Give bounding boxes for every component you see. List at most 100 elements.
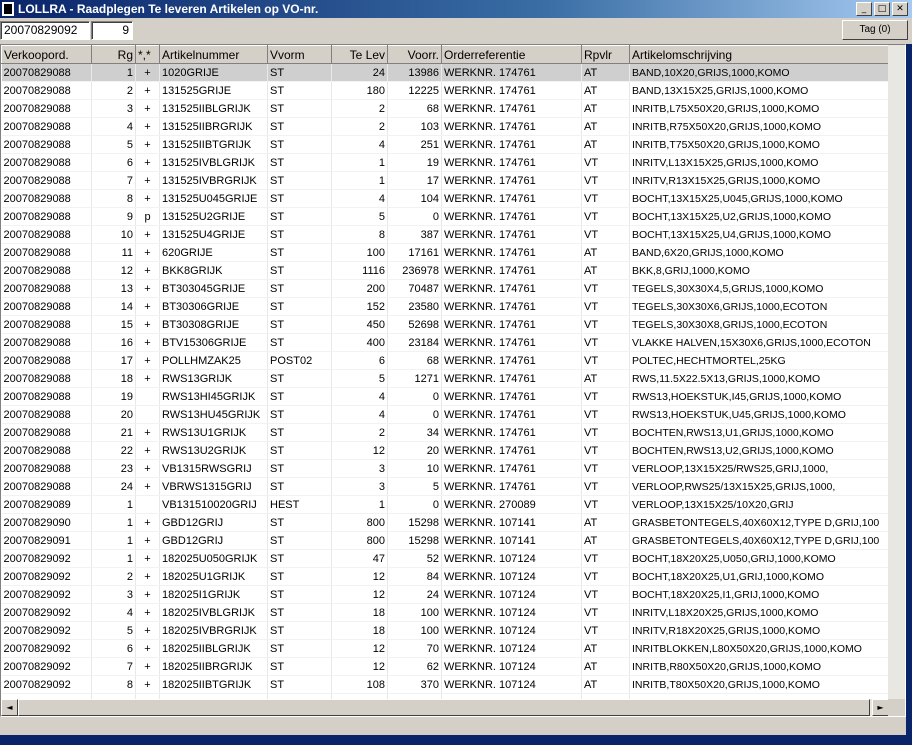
- cell-artikelomschrijving: RWS13,HOEKSTUK,I45,GRIJS,1000,KOMO: [629, 387, 889, 406]
- close-button[interactable]: ✕: [892, 2, 908, 16]
- column-header-voorr[interactable]: Voorr.: [387, 45, 442, 64]
- cell-te-lev: 400: [331, 333, 388, 352]
- cell-vvorm: ST: [267, 423, 332, 442]
- table-row[interactable]: 20070829088 4 +131525IIBRGRIJK ST 2 103 WERKNR…: [1, 117, 889, 136]
- scroll-right-button[interactable]: ►: [872, 699, 889, 716]
- cell-rg: 5: [91, 621, 136, 640]
- cell-voorr: 0: [387, 387, 442, 406]
- cell-rpvlr: VT: [581, 441, 630, 460]
- cell-vvorm: ST: [267, 513, 332, 532]
- table-row[interactable]: 20070829092 1 +182025U050GRIJK ST 47 52 WERKNR…: [1, 549, 889, 568]
- table-row[interactable]: 20070829088 21 + RWS13U1GRIJK ST 2 34 WERKNR. 1…: [1, 423, 889, 442]
- table-row[interactable]: 20070829088 14 + BT30306GRIJE ST 152 23580 WERK…: [1, 297, 889, 316]
- cell-vvorm: ST: [267, 459, 332, 478]
- cell-te-lev: 4: [331, 189, 388, 208]
- cell-verkoopord: 20070829089: [1, 495, 92, 514]
- horizontal-scroll-thumb[interactable]: [18, 699, 870, 716]
- cell-te-lev: 18: [331, 603, 388, 622]
- cell-rpvlr: AT: [581, 369, 630, 388]
- column-header-orderreferentie[interactable]: Orderreferentie: [441, 45, 582, 64]
- table-row[interactable]: 20070829091 1 + GBD12GRIJ ST 800 15298 WERKNR. …: [1, 531, 889, 550]
- cell-artikelnummer: GBD12GRIJ: [159, 513, 268, 532]
- table-row[interactable]: 20070829089 1 VB131510020GRIJ HEST 1 0 WERKNR.…: [1, 495, 889, 514]
- table-row[interactable]: 20070829088 17 + POLLHMZAK25 POST02 6 68 WERKNR…: [1, 351, 889, 370]
- table-row[interactable]: 20070829088 3 +131525IIBLGRIJK ST 2 68 WERKNR.…: [1, 99, 889, 118]
- table-row[interactable]: 20070829088 13 + BT303045GRIJE ST 200 70487 WER…: [1, 279, 889, 298]
- cell-voorr: 15298: [387, 531, 442, 550]
- column-header-verkoopord[interactable]: Verkoopord.: [1, 45, 92, 64]
- table-row[interactable]: 20070829088 2 +131525GRIJE ST 180 12225 WERKNR…: [1, 81, 889, 100]
- table-row[interactable]: 20070829088 24 + VBRWS1315GRIJ ST 3 5 WERKNR. 1…: [1, 477, 889, 496]
- cell-artikelomschrijving: GRASBETONTEGELS,40X60X12,TYPE D,GRIJ,100: [629, 513, 889, 532]
- table-row[interactable]: 20070829088 18 + RWS13GRIJK ST 5 1271 WERKNR. 1…: [1, 369, 889, 388]
- cell-flag: +: [135, 567, 160, 586]
- tag-button[interactable]: Tag (0): [842, 20, 908, 40]
- cell-te-lev: 200: [331, 279, 388, 298]
- table-row[interactable]: 20070829088 19 RWS13HI45GRIJK ST 4 0 WERKNR. 1…: [1, 387, 889, 406]
- count-input[interactable]: 9: [91, 21, 133, 40]
- cell-rpvlr: VT: [581, 297, 630, 316]
- column-header-rpvlr[interactable]: Rpvlr: [581, 45, 630, 64]
- table-row[interactable]: 20070829092 4 +182025IVBLGRIJK ST 18 100 WERKN…: [1, 603, 889, 622]
- table-row[interactable]: 20070829088 11 +620GRIJE ST 100 17161 WERKNR. …: [1, 243, 889, 262]
- cell-orderreferentie: WERKNR. 174761: [441, 81, 582, 100]
- cell-verkoopord: 20070829088: [1, 225, 92, 244]
- table-row[interactable]: 20070829088 15 + BT30308GRIJE ST 450 52698 WERK…: [1, 315, 889, 334]
- table-row[interactable]: 20070829092 6 +182025IIBLGRIJK ST 12 70 WERKNR…: [1, 639, 889, 658]
- scrollbar-corner: [888, 699, 905, 716]
- table-row[interactable]: 20070829088 12 + BKK8GRIJK ST 1116 236978 WERKN…: [1, 261, 889, 280]
- cell-artikelnummer: 131525GRIJE: [159, 81, 268, 100]
- table-row[interactable]: 20070829088 7 +131525IVBRGRIJK ST 1 17 WERKNR.…: [1, 171, 889, 190]
- cell-artikelomschrijving: INRITBLOKKEN,L80X50X20,GRIJS,1000,KOMO: [629, 639, 889, 658]
- table-row[interactable]: 20070829088 1 +1020GRIJE ST 24 13986 WERKNR. 1…: [1, 63, 889, 82]
- table-row[interactable]: 20070829088 22 + RWS13U2GRIJK ST 12 20 WERKNR. …: [1, 441, 889, 460]
- cell-flag: +: [135, 369, 160, 388]
- cell-artikelnummer: 131525IIBRGRIJK: [159, 117, 268, 136]
- table-row[interactable]: 20070829088 5 +131525IIBTGRIJK ST 4 251 WERKNR…: [1, 135, 889, 154]
- cell-verkoopord: 20070829088: [1, 81, 92, 100]
- cell-te-lev: 12: [331, 567, 388, 586]
- cell-te-lev: 47: [331, 549, 388, 568]
- cell-artikelomschrijving: INRITV,L18X20X25,GRIJS,1000,KOMO: [629, 603, 889, 622]
- order-number-input[interactable]: 20070829092: [0, 21, 90, 40]
- column-header-vvorm[interactable]: Vvorm: [267, 45, 332, 64]
- articles-grid[interactable]: Verkoopord. Rg *,* Artikelnummer Vvorm T…: [0, 44, 906, 717]
- cell-flag: +: [135, 675, 160, 694]
- table-row[interactable]: 20070829092 8 +182025IIBTGRIJK ST 108 370 WERK…: [1, 675, 889, 694]
- column-header-te-lev[interactable]: Te Lev: [331, 45, 388, 64]
- cell-flag: +: [135, 243, 160, 262]
- cell-voorr: 370: [387, 675, 442, 694]
- vertical-scrollbar[interactable]: [888, 45, 905, 701]
- horizontal-scrollbar[interactable]: ◄ ►: [1, 699, 889, 716]
- table-row[interactable]: 20070829088 8 +131525U045GRIJE ST 4 104 WERKNR…: [1, 189, 889, 208]
- table-row[interactable]: 20070829092 2 +182025U1GRIJK ST 12 84 WERKNR. …: [1, 567, 889, 586]
- table-row[interactable]: 20070829090 1 + GBD12GRIJ ST 800 15298 WERKNR. …: [1, 513, 889, 532]
- table-row[interactable]: 20070829088 6 +131525IVBLGRIJK ST 1 19 WERKNR.…: [1, 153, 889, 172]
- column-header-artikelnummer[interactable]: Artikelnummer: [159, 45, 268, 64]
- cell-te-lev: 2: [331, 423, 388, 442]
- cell-voorr: 23580: [387, 297, 442, 316]
- cell-voorr: 68: [387, 351, 442, 370]
- table-row[interactable]: 20070829088 16 + BTV15306GRIJE ST 400 23184 WER…: [1, 333, 889, 352]
- table-row[interactable]: 20070829088 10 +131525U4GRIJE ST 8 387 WERKNR.…: [1, 225, 889, 244]
- minimize-button[interactable]: _: [856, 2, 872, 16]
- column-header-flag[interactable]: *,*: [135, 45, 160, 64]
- table-row[interactable]: 20070829088 23 + VB1315RWSGRIJ ST 3 10 WERKNR. …: [1, 459, 889, 478]
- column-header-rg[interactable]: Rg: [91, 45, 136, 64]
- table-row[interactable]: 20070829092 5 +182025IVBRGRIJK ST 18 100 WERKN…: [1, 621, 889, 640]
- cell-rg: 18: [91, 369, 136, 388]
- table-row[interactable]: 20070829088 20 RWS13HU45GRIJK ST 4 0 WERKNR. 1…: [1, 405, 889, 424]
- maximize-button[interactable]: □: [874, 2, 890, 16]
- table-row[interactable]: 20070829092 3 +182025I1GRIJK ST 12 24 WERKNR. …: [1, 585, 889, 604]
- cell-vvorm: ST: [267, 171, 332, 190]
- cell-flag: +: [135, 225, 160, 244]
- cell-artikelnummer: BTV15306GRIJE: [159, 333, 268, 352]
- cell-rg: 11: [91, 243, 136, 262]
- table-row[interactable]: 20070829092 7 +182025IIBRGRIJK ST 12 62 WERKNR…: [1, 657, 889, 676]
- table-row[interactable]: 20070829088 9 p 131525U2GRIJE ST 5 0 WERKNR. 17…: [1, 207, 889, 226]
- cell-rpvlr: VT: [581, 225, 630, 244]
- scroll-left-button[interactable]: ◄: [1, 699, 18, 716]
- cell-verkoopord: 20070829088: [1, 63, 92, 82]
- column-header-artikelomschrijving[interactable]: Artikelomschrijving: [629, 45, 889, 64]
- cell-artikelomschrijving: BOCHT,18X20X25,I1,GRIJ,1000,KOMO: [629, 585, 889, 604]
